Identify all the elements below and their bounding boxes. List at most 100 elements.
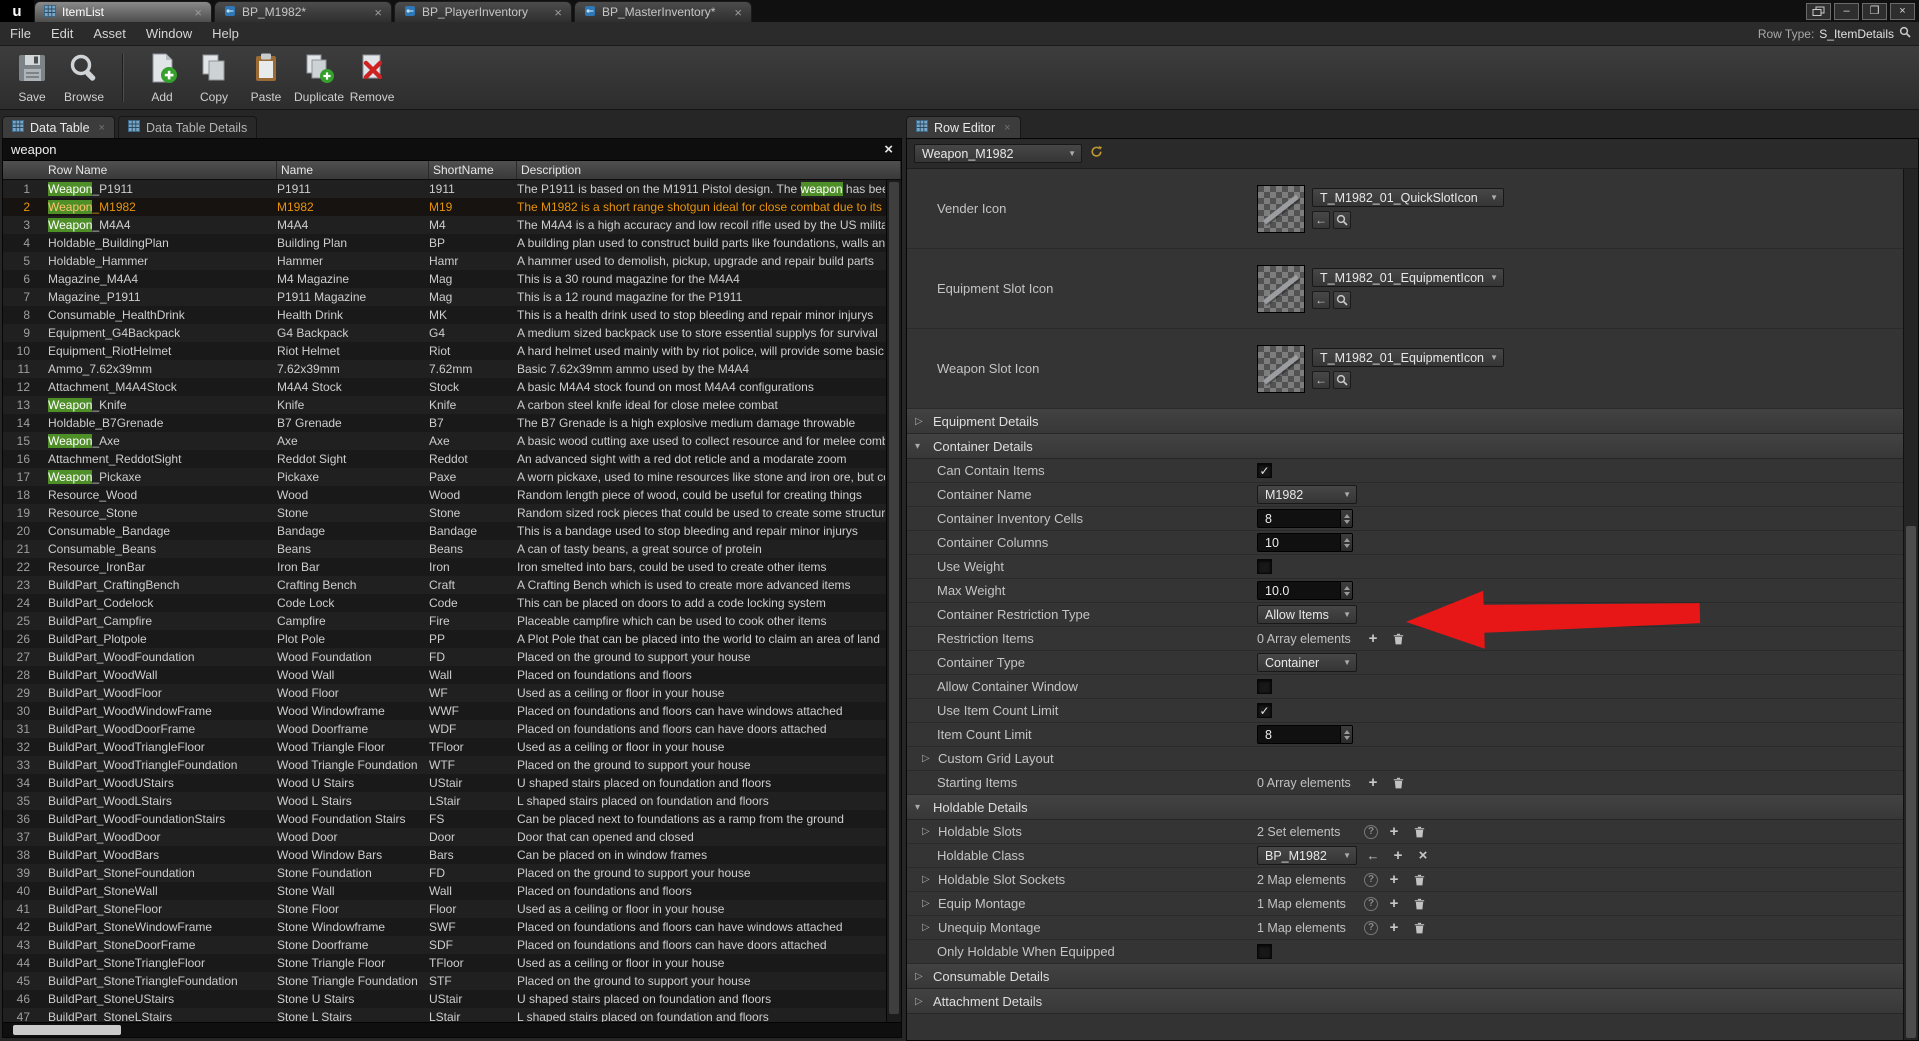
browse-to-asset-icon[interactable] bbox=[1333, 371, 1351, 389]
table-row[interactable]: 4Holdable_BuildingPlanBuilding PlanBPA b… bbox=[3, 234, 901, 252]
browse-to-asset-icon[interactable] bbox=[1333, 291, 1351, 309]
table-row[interactable]: 44BuildPart_StoneTriangleFloorStone Tria… bbox=[3, 954, 901, 972]
class-dropdown[interactable]: BP_M1982▼ bbox=[1257, 846, 1357, 865]
scrollbar-thumb[interactable] bbox=[889, 182, 899, 1014]
clear-reference-icon[interactable]: × bbox=[1414, 847, 1432, 865]
table-row[interactable]: 45BuildPart_StoneTriangleFoundationStone… bbox=[3, 972, 901, 990]
section-header-attachment-details[interactable]: ▷Attachment Details bbox=[907, 989, 1903, 1014]
table-row[interactable]: 24BuildPart_CodelockCode LockCodeThis ca… bbox=[3, 594, 901, 612]
table-row[interactable]: 21Consumable_BeansBeansBeansA can of tas… bbox=[3, 540, 901, 558]
close-icon[interactable]: × bbox=[554, 6, 562, 19]
table-row[interactable]: 1Weapon_P1911P19111911The P1911 is based… bbox=[3, 180, 901, 198]
checkbox[interactable]: ✓ bbox=[1257, 703, 1272, 718]
table-row[interactable]: 16Attachment_ReddotSightReddot SightRedd… bbox=[3, 450, 901, 468]
table-row[interactable]: 43BuildPart_StoneDoorFrameStone Doorfram… bbox=[3, 936, 901, 954]
section-header-container-details[interactable]: ▾Container Details bbox=[907, 434, 1903, 459]
table-row[interactable]: 8Consumable_HealthDrinkHealth DrinkMKThi… bbox=[3, 306, 901, 324]
tab-data-table[interactable]: Data Table× bbox=[2, 116, 115, 138]
asset-dropdown[interactable]: T_M1982_01_EquipmentIcon▼ bbox=[1312, 268, 1504, 287]
spinner-arrows-icon[interactable] bbox=[1340, 534, 1352, 551]
dropdown[interactable]: M1982▼ bbox=[1257, 485, 1357, 504]
column-header-row-name[interactable]: Row Name bbox=[3, 161, 277, 179]
table-row[interactable]: 26BuildPart_PlotpolePlot PolePPA Plot Po… bbox=[3, 630, 901, 648]
asset-tab-bp-m1982[interactable]: BP_M1982*× bbox=[214, 1, 392, 22]
table-row[interactable]: 38BuildPart_WoodBarsWood Window BarsBars… bbox=[3, 846, 901, 864]
close-icon[interactable]: × bbox=[884, 142, 893, 157]
table-row[interactable]: 15Weapon_AxeAxeAxeA basic wood cutting a… bbox=[3, 432, 901, 450]
browse-button[interactable]: Browse bbox=[60, 49, 108, 107]
table-row[interactable]: 42BuildPart_StoneWindowFrameStone Window… bbox=[3, 918, 901, 936]
section-header-equipment-details[interactable]: ▷Equipment Details bbox=[907, 409, 1903, 434]
asset-tab-itemlist[interactable]: ItemList× bbox=[34, 1, 212, 22]
table-row[interactable]: 33BuildPart_WoodTriangleFoundationWood T… bbox=[3, 756, 901, 774]
table-row[interactable]: 35BuildPart_WoodLStairsWood L StairsLSta… bbox=[3, 792, 901, 810]
number-spinbox[interactable]: 10 bbox=[1257, 533, 1353, 552]
vertical-scrollbar[interactable] bbox=[886, 180, 901, 1022]
dropdown[interactable]: Container▼ bbox=[1257, 653, 1357, 672]
table-row[interactable]: 10Equipment_RiotHelmetRiot HelmetRiotA h… bbox=[3, 342, 901, 360]
table-row[interactable]: 28BuildPart_WoodWallWood WallWallPlaced … bbox=[3, 666, 901, 684]
asset-dropdown[interactable]: T_M1982_01_QuickSlotIcon▼ bbox=[1312, 188, 1504, 207]
minimize-button[interactable]: – bbox=[1834, 3, 1859, 20]
section-header-holdable-details[interactable]: ▾Holdable Details bbox=[907, 795, 1903, 820]
close-icon[interactable]: × bbox=[194, 6, 202, 19]
table-row[interactable]: 32BuildPart_WoodTriangleFloorWood Triang… bbox=[3, 738, 901, 756]
table-row[interactable]: 22Resource_IronBarIron BarIronIron smelt… bbox=[3, 558, 901, 576]
texture-thumbnail[interactable] bbox=[1257, 265, 1305, 313]
column-header-name[interactable]: Name bbox=[277, 161, 429, 179]
table-row[interactable]: 27BuildPart_WoodFoundationWood Foundatio… bbox=[3, 648, 901, 666]
search-input[interactable]: weapon bbox=[11, 142, 57, 157]
close-icon[interactable]: × bbox=[734, 6, 742, 19]
number-spinbox[interactable]: 8 bbox=[1257, 725, 1353, 744]
table-row[interactable]: 46BuildPart_StoneUStairsStone U StairsUS… bbox=[3, 990, 901, 1008]
add-element-icon[interactable]: + bbox=[1364, 774, 1382, 792]
paste-button[interactable]: Paste bbox=[242, 49, 290, 107]
spinner-arrows-icon[interactable] bbox=[1340, 726, 1352, 743]
restore-button[interactable]: ❐ bbox=[1862, 3, 1887, 20]
use-selected-asset-icon[interactable]: ← bbox=[1312, 211, 1330, 229]
spinner-arrows-icon[interactable] bbox=[1340, 582, 1352, 599]
spinner-arrows-icon[interactable] bbox=[1340, 510, 1352, 527]
delete-element-icon[interactable] bbox=[1410, 871, 1428, 889]
table-row[interactable]: 37BuildPart_WoodDoorWood DoorDoorDoor th… bbox=[3, 828, 901, 846]
delete-element-icon[interactable] bbox=[1410, 919, 1428, 937]
checkbox[interactable] bbox=[1257, 559, 1272, 574]
table-row[interactable]: 30BuildPart_WoodWindowFrameWood Windowfr… bbox=[3, 702, 901, 720]
expander-icon[interactable]: ▷ bbox=[922, 922, 933, 933]
add-element-icon[interactable]: + bbox=[1364, 630, 1382, 648]
texture-thumbnail[interactable] bbox=[1257, 345, 1305, 393]
close-icon[interactable]: × bbox=[1004, 122, 1010, 134]
checkbox[interactable] bbox=[1257, 679, 1272, 694]
help-icon[interactable]: ? bbox=[1364, 825, 1378, 839]
table-row[interactable]: 41BuildPart_StoneFloorStone FloorFloorUs… bbox=[3, 900, 901, 918]
use-selected-asset-icon[interactable]: ← bbox=[1312, 291, 1330, 309]
menu-item-window[interactable]: Window bbox=[136, 26, 202, 41]
expander-icon[interactable]: ▷ bbox=[922, 874, 933, 885]
expander-icon[interactable]: ▷ bbox=[915, 996, 926, 1007]
number-spinbox[interactable]: 10.0 bbox=[1257, 581, 1353, 600]
table-row[interactable]: 20Consumable_BandageBandageBandageThis i… bbox=[3, 522, 901, 540]
table-row[interactable]: 25BuildPart_CampfireCampfireFirePlaceabl… bbox=[3, 612, 901, 630]
column-header-description[interactable]: Description bbox=[517, 161, 901, 179]
asset-tab-bp-masterinventory[interactable]: BP_MasterInventory*× bbox=[574, 1, 752, 22]
expander-icon[interactable]: ▷ bbox=[922, 898, 933, 909]
help-icon[interactable]: ? bbox=[1364, 921, 1378, 935]
table-row[interactable]: 12Attachment_M4A4StockM4A4 StockStockA b… bbox=[3, 378, 901, 396]
table-row[interactable]: 40BuildPart_StoneWallStone WallWallPlace… bbox=[3, 882, 901, 900]
table-row[interactable]: 3Weapon_M4A4M4A4M4The M4A4 is a high acc… bbox=[3, 216, 901, 234]
menu-item-asset[interactable]: Asset bbox=[83, 26, 136, 41]
table-row[interactable]: 29BuildPart_WoodFloorWood FloorWFUsed as… bbox=[3, 684, 901, 702]
reset-to-default-icon[interactable] bbox=[1090, 145, 1103, 163]
browse-to-asset-icon[interactable] bbox=[1333, 211, 1351, 229]
table-row[interactable]: 18Resource_WoodWoodWoodRandom length pie… bbox=[3, 486, 901, 504]
use-selected-asset-icon[interactable]: ← bbox=[1364, 847, 1382, 865]
expander-icon[interactable]: ▷ bbox=[922, 753, 933, 764]
table-row[interactable]: 14Holdable_B7GrenadeB7 GrenadeB7The B7 G… bbox=[3, 414, 901, 432]
table-row[interactable]: 6Magazine_M4A4M4 MagazineMagThis is a 30… bbox=[3, 270, 901, 288]
close-icon[interactable]: × bbox=[99, 122, 105, 134]
dropdown[interactable]: Allow Items▼ bbox=[1257, 605, 1357, 624]
scrollbar-thumb[interactable] bbox=[13, 1025, 121, 1035]
table-row[interactable]: 11Ammo_7.62x39mm7.62x39mm7.62mmBasic 7.6… bbox=[3, 360, 901, 378]
table-row[interactable]: 17Weapon_PickaxePickaxePaxeA worn pickax… bbox=[3, 468, 901, 486]
add-button[interactable]: Add bbox=[138, 49, 186, 107]
